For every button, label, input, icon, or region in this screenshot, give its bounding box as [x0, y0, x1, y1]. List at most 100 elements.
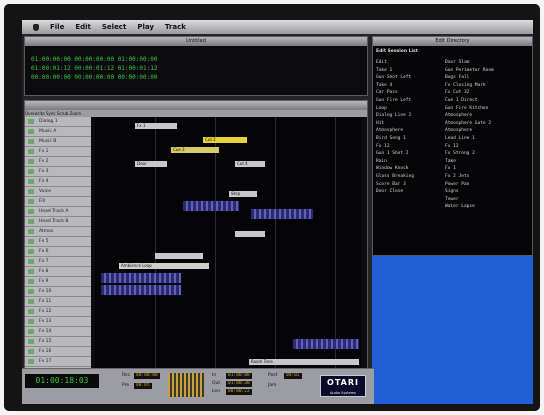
- track-row[interactable]: Fx 1: [25, 147, 91, 157]
- counter-window-title[interactable]: Untitled: [25, 37, 367, 46]
- track-enable-icon[interactable]: [28, 199, 34, 204]
- track-enable-icon[interactable]: [28, 309, 34, 314]
- track-row[interactable]: Dialog 1: [25, 117, 91, 127]
- track-row[interactable]: Fx 6: [25, 247, 91, 257]
- track-enable-icon[interactable]: [28, 269, 34, 274]
- edit-list-item[interactable]: Power Pan: [445, 181, 494, 189]
- track-enable-icon[interactable]: [28, 279, 34, 284]
- track-row[interactable]: Fx 14: [25, 327, 91, 337]
- edit-list-title[interactable]: Edit Directory: [373, 37, 532, 46]
- region[interactable]: [235, 231, 265, 237]
- edit-list-item[interactable]: Lead Line 1: [445, 135, 494, 143]
- edit-list-item[interactable]: Rain: [376, 158, 414, 166]
- track-row[interactable]: Fill: [25, 197, 91, 207]
- edit-list-item[interactable]: Bugs Fall: [445, 74, 494, 82]
- track-row[interactable]: Fx 11: [25, 297, 91, 307]
- track-row[interactable]: Fx 2: [25, 157, 91, 167]
- track-row[interactable]: Fx 8: [25, 267, 91, 277]
- track-row[interactable]: Fx 13: [25, 317, 91, 327]
- edit-list-item[interactable]: Hit: [376, 120, 414, 128]
- track-enable-icon[interactable]: [28, 219, 34, 224]
- region[interactable]: Step: [229, 191, 257, 197]
- edit-list-item[interactable]: Door Close: [376, 188, 414, 196]
- edit-list-item[interactable]: Car Pass: [376, 89, 414, 97]
- track-enable-icon[interactable]: [28, 319, 34, 324]
- edit-list-item[interactable]: Glass Breaking: [376, 173, 414, 181]
- region[interactable]: Ambience Loop: [119, 263, 209, 269]
- waveform-region[interactable]: [251, 209, 313, 219]
- edit-list-item[interactable]: Fx Closing Mark: [445, 82, 494, 90]
- track-enable-icon[interactable]: [28, 239, 34, 244]
- track-row[interactable]: Fx 3: [25, 167, 91, 177]
- track-enable-icon[interactable]: [28, 119, 34, 124]
- menu-track[interactable]: Track: [165, 23, 186, 31]
- edit-list-item[interactable]: Gun 1 Shot 2: [376, 150, 414, 158]
- track-enable-icon[interactable]: [28, 169, 34, 174]
- region[interactable]: [155, 253, 203, 259]
- track-enable-icon[interactable]: [28, 329, 34, 334]
- edit-list-item[interactable]: Take 4: [376, 82, 414, 90]
- region[interactable]: Cut 4: [235, 161, 265, 167]
- edit-list-item[interactable]: Gun Fire Left: [376, 97, 414, 105]
- track-enable-icon[interactable]: [28, 249, 34, 254]
- edit-list-item[interactable]: Bird Song 1: [376, 135, 414, 143]
- edit-list-item[interactable]: Fx 12: [445, 143, 494, 151]
- track-enable-icon[interactable]: [28, 159, 34, 164]
- track-row[interactable]: Atmos: [25, 227, 91, 237]
- track-row[interactable]: Fx 17: [25, 357, 91, 367]
- region[interactable]: Door: [135, 161, 167, 167]
- region[interactable]: Fx 1: [135, 123, 177, 129]
- track-row[interactable]: Fx 15: [25, 337, 91, 347]
- track-enable-icon[interactable]: [28, 189, 34, 194]
- track-row[interactable]: Fx 4: [25, 177, 91, 187]
- edit-list-item[interactable]: Signs: [445, 188, 494, 196]
- track-enable-icon[interactable]: [28, 299, 34, 304]
- track-enable-icon[interactable]: [28, 339, 34, 344]
- edit-list-item[interactable]: Atmosphere: [445, 112, 494, 120]
- edit-list-item[interactable]: Atmosphere: [376, 127, 414, 135]
- apple-icon[interactable]: [33, 23, 39, 31]
- track-enable-icon[interactable]: [28, 139, 34, 144]
- timeline[interactable]: Fx 1 Cut 2 Cue 3 Door Cut 4 Step Ambienc…: [95, 117, 361, 375]
- edit-list-item[interactable]: Score Bar 3: [376, 181, 414, 189]
- track-enable-icon[interactable]: [28, 229, 34, 234]
- edit-list-item[interactable]: Window Knock: [376, 165, 414, 173]
- track-row[interactable]: Fx 10: [25, 287, 91, 297]
- edit-window-title[interactable]: [25, 101, 367, 110]
- waveform-region[interactable]: [101, 285, 181, 295]
- track-enable-icon[interactable]: [28, 209, 34, 214]
- menu-select[interactable]: Select: [102, 23, 126, 31]
- track-row[interactable]: Fx 16: [25, 347, 91, 357]
- region-selected[interactable]: Cut 2: [203, 137, 247, 143]
- track-row[interactable]: Fx 5: [25, 237, 91, 247]
- edit-list-item[interactable]: Tower: [445, 196, 494, 204]
- waveform-region[interactable]: [101, 273, 181, 283]
- waveform-region[interactable]: [183, 201, 239, 211]
- edit-list-item[interactable]: Atmosphere Gate 2: [445, 120, 494, 128]
- track-row[interactable]: Voice: [25, 187, 91, 197]
- track-enable-icon[interactable]: [28, 349, 34, 354]
- track-enable-icon[interactable]: [28, 289, 34, 294]
- edit-toolbar[interactable]: Overwrite Sync Scrub Zoom: [25, 110, 367, 117]
- edit-list-item[interactable]: Fx Strong 2: [445, 150, 494, 158]
- track-row[interactable]: Music A: [25, 127, 91, 137]
- edit-list-item[interactable]: Atmosphere: [445, 127, 494, 135]
- track-enable-icon[interactable]: [28, 359, 34, 364]
- menu-edit[interactable]: Edit: [75, 23, 91, 31]
- track-row[interactable]: Fx 9: [25, 277, 91, 287]
- region[interactable]: Room Tone: [249, 359, 359, 365]
- jam-button[interactable]: Jam: [268, 383, 276, 388]
- track-enable-icon[interactable]: [28, 259, 34, 264]
- edit-list-item[interactable]: Dialog Line 2: [376, 112, 414, 120]
- edit-list-item[interactable]: Gun Fire Kitchen: [445, 105, 494, 113]
- track-row[interactable]: Fx 12: [25, 307, 91, 317]
- track-row[interactable]: Fx 7: [25, 257, 91, 267]
- edit-list-item[interactable]: Fx 12: [376, 143, 414, 151]
- edit-list-item[interactable]: Water Lapse: [445, 203, 494, 211]
- edit-list-item[interactable]: Cue 1 Direct: [445, 97, 494, 105]
- menu-file[interactable]: File: [50, 23, 64, 31]
- edit-list-item[interactable]: Door Slam: [445, 59, 494, 67]
- track-enable-icon[interactable]: [28, 129, 34, 134]
- edit-list-item[interactable]: Fx 2 Jets: [445, 173, 494, 181]
- waveform-region[interactable]: [293, 339, 359, 349]
